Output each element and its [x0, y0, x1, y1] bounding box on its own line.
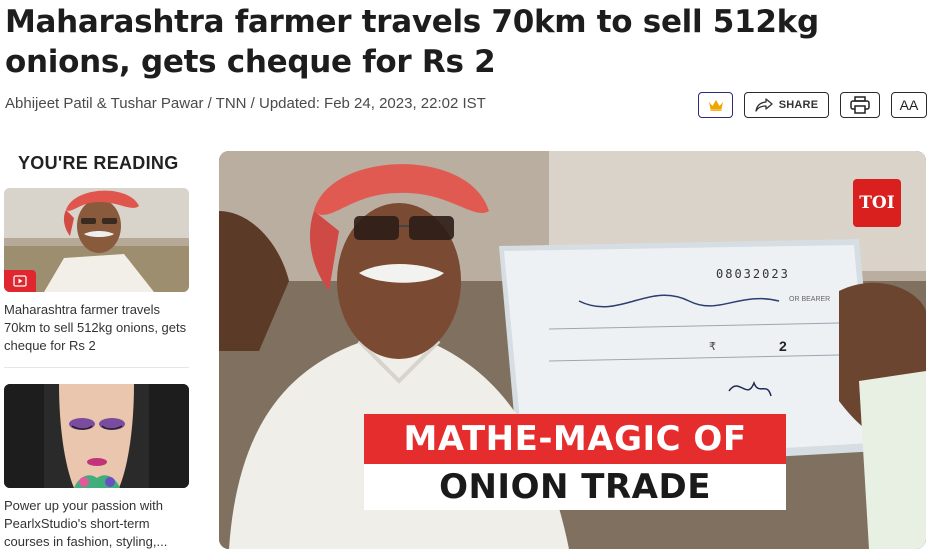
card-caption[interactable]: Power up your passion with PearlxStudio'… — [4, 497, 189, 551]
video-play-icon — [13, 275, 27, 287]
cheque-bearer: OR BEARER — [789, 296, 830, 303]
card-caption[interactable]: Maharashtra farmer travels 70km to sell … — [4, 301, 189, 355]
share-button[interactable]: SHARE — [744, 92, 829, 118]
print-icon — [850, 96, 870, 114]
video-badge — [4, 270, 36, 292]
byline-row: Abhijeet Patil & Tushar Pawar / TNN / Up… — [5, 92, 927, 118]
font-size-button[interactable]: AA — [891, 92, 927, 118]
cheque-amount: 2 — [779, 338, 787, 354]
crown-icon — [708, 100, 723, 111]
sidebar-card-promo[interactable]: Power up your passion with PearlxStudio'… — [4, 384, 189, 551]
article-byline: Abhijeet Patil & Tushar Pawar / TNN / Up… — [5, 95, 486, 112]
overlay-line-2: ONION TRADE — [364, 464, 786, 510]
promo-thumbnail[interactable] — [4, 384, 189, 488]
card-thumbnail[interactable] — [4, 188, 189, 292]
premium-button[interactable] — [698, 92, 733, 118]
print-button[interactable] — [840, 92, 880, 118]
hero-image[interactable]: 08032023 OR BEARER ₹ 2 TOI MATHE-MAGIC O… — [219, 151, 926, 549]
overlay-line-1: MATHE-MAGIC OF — [364, 414, 786, 464]
share-icon — [755, 98, 773, 112]
cheque-rupee-symbol: ₹ — [709, 340, 716, 353]
article-headline: Maharashtra farmer travels 70km to sell … — [5, 4, 819, 80]
sidebar-divider — [4, 367, 189, 368]
share-label: SHARE — [778, 99, 819, 111]
sidebar-card-current[interactable]: Maharashtra farmer travels 70km to sell … — [4, 188, 189, 355]
sidebar-title: YOU'RE READING — [18, 153, 179, 173]
cheque-number: 08032023 — [716, 267, 790, 281]
toi-brand-badge: TOI — [853, 179, 901, 227]
